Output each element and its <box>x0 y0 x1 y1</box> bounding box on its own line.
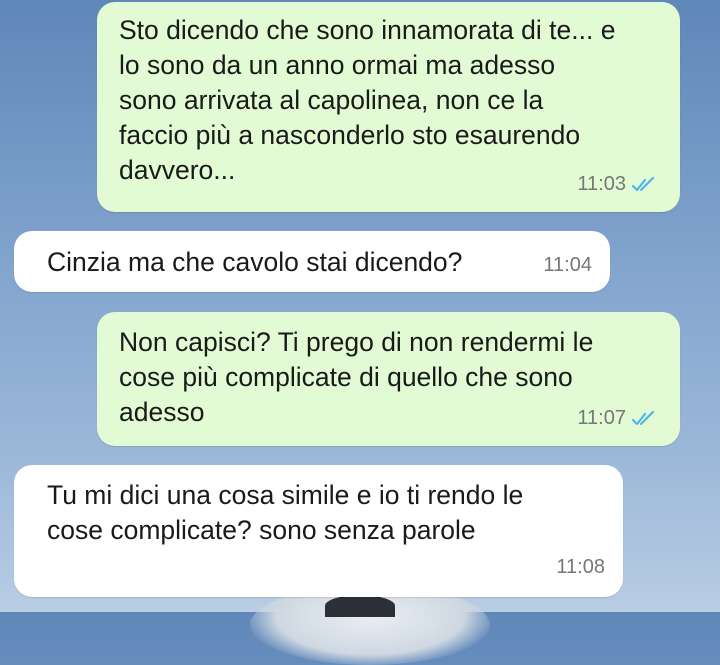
message-line: Sto dicendo che sono innamorata di te...… <box>119 15 616 45</box>
message-line: faccio più a nasconderlo sto esaurendo <box>119 120 581 150</box>
wallpaper-figure-dark <box>325 595 395 617</box>
message-time: 11:03 <box>577 173 626 195</box>
message-line: cose più complicate di quello che sono <box>119 362 573 392</box>
message-meta: 11:03 <box>577 167 658 202</box>
message-meta: 11:07 <box>577 401 658 436</box>
message-line: lo sono da un anno ormai ma adesso <box>119 50 556 80</box>
message-bubble-incoming[interactable]: Cinzia ma che cavolo stai dicendo? 11:04 <box>14 231 610 292</box>
double-check-icon <box>632 176 655 191</box>
message-bubble-incoming[interactable]: Tu mi dici una cosa simile e io ti rendo… <box>14 465 623 597</box>
message-line: Tu mi dici una cosa simile e io ti rendo… <box>47 480 524 510</box>
message-line: cose complicate? sono senza parole <box>47 515 476 545</box>
message-meta: 11:04 <box>543 248 592 283</box>
message-time: 11:08 <box>556 556 605 578</box>
double-check-icon <box>632 410 655 425</box>
message-meta: 11:08 <box>556 550 605 585</box>
message-line: Cinzia ma che cavolo stai dicendo? <box>47 247 463 277</box>
message-bubble-outgoing[interactable]: Sto dicendo che sono innamorata di te...… <box>97 2 680 212</box>
message-line: Non capisci? Ti prego di non rendermi le <box>119 327 594 357</box>
message-time: 11:07 <box>577 407 626 429</box>
message-bubble-outgoing[interactable]: Non capisci? Ti prego di non rendermi le… <box>97 312 680 446</box>
message-time: 11:04 <box>543 254 592 276</box>
message-line: sono arrivata al capolinea, non ce la <box>119 85 544 115</box>
